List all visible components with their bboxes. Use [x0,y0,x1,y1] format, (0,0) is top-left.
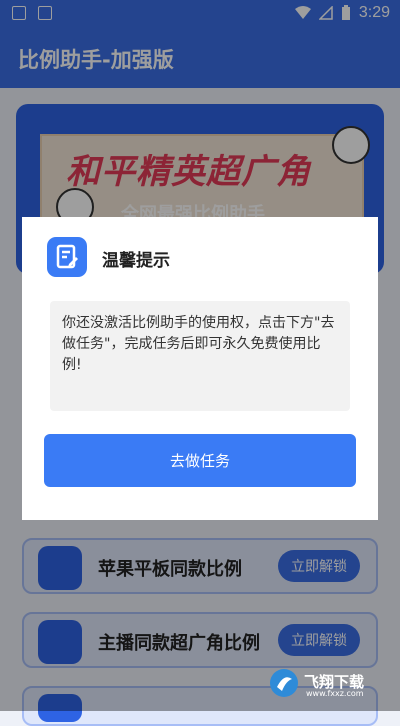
watermark: 飞翔下载 www.fxxz.com [268,667,388,701]
dialog-message: 你还没激活比例助手的使用权，点击下方"去做任务"，完成任务后即可永久免费使用比例… [62,315,335,373]
note-edit-icon [47,237,87,277]
watermark-logo-icon [270,669,298,697]
watermark-url: www.fxxz.com [306,689,364,698]
message-box: 你还没激活比例助手的使用权，点击下方"去做任务"，完成任务后即可永久免费使用比例… [50,301,350,411]
tip-dialog: 温馨提示 你还没激活比例助手的使用权，点击下方"去做任务"，完成任务后即可永久免… [22,217,378,520]
dialog-title: 温馨提示 [102,251,170,271]
do-task-button[interactable]: 去做任务 [44,434,356,487]
